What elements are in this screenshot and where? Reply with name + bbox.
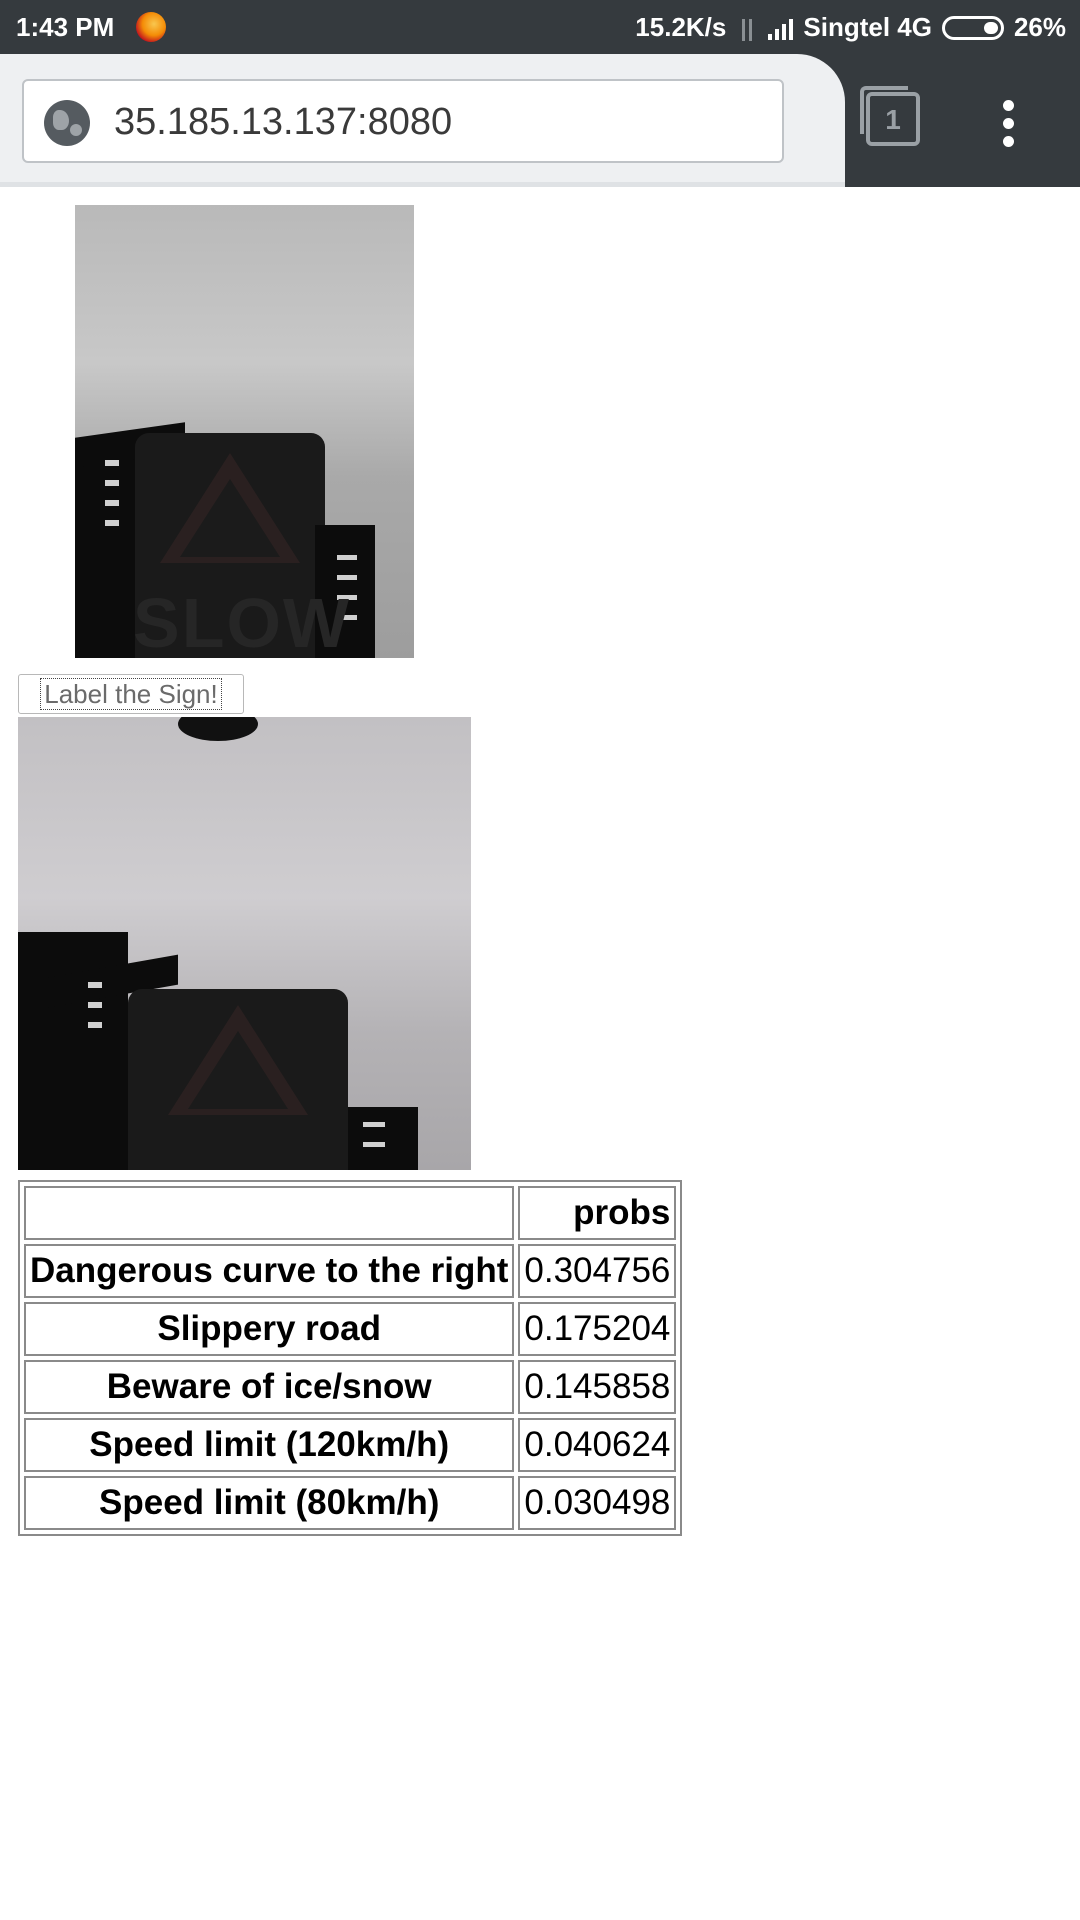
row-prob: 0.304756 [518, 1244, 677, 1298]
row-label: Speed limit (80km/h) [24, 1476, 515, 1530]
data-transfer-icon [736, 15, 758, 41]
status-time: 1:43 PM [16, 12, 115, 42]
row-prob: 0.030498 [518, 1476, 677, 1530]
row-label: Dangerous curve to the right [24, 1244, 515, 1298]
table-row: Slippery road 0.175204 [24, 1302, 677, 1356]
table-row: Speed limit (120km/h) 0.040624 [24, 1418, 677, 1472]
results-table: probs Dangerous curve to the right 0.304… [18, 1180, 683, 1536]
table-row: Dangerous curve to the right 0.304756 [24, 1244, 677, 1298]
label-sign-button[interactable]: Label the Sign! [18, 674, 244, 714]
url-area: 35.185.13.137:8080 [0, 54, 845, 187]
browser-toolbar: 35.185.13.137:8080 1 [0, 54, 1080, 187]
processed-sign-photo [18, 717, 471, 1170]
row-prob: 0.145858 [518, 1360, 677, 1414]
battery-percent: 26% [1013, 12, 1066, 42]
row-prob: 0.040624 [518, 1418, 677, 1472]
table-header-empty [24, 1186, 515, 1240]
url-bar[interactable]: 35.185.13.137:8080 [22, 79, 784, 163]
firefox-icon [136, 12, 166, 42]
row-label: Beware of ice/snow [24, 1360, 515, 1414]
network-speed: 15.2K/s [635, 12, 727, 42]
uploaded-sign-photo: SLOW [75, 205, 414, 658]
tabs-button[interactable]: 1 [860, 86, 920, 146]
status-bar: 1:43 PM 15.2K/s Singtel 4G 26% [0, 0, 1080, 54]
table-row: Speed limit (80km/h) 0.030498 [24, 1476, 677, 1530]
signal-icon [768, 16, 794, 40]
row-prob: 0.175204 [518, 1302, 677, 1356]
carrier-label: Singtel 4G [803, 12, 932, 42]
url-text[interactable]: 35.185.13.137:8080 [114, 101, 452, 144]
battery-icon [941, 15, 1004, 40]
row-label: Speed limit (120km/h) [24, 1418, 515, 1472]
photo-sign-text: SLOW [133, 584, 351, 658]
overflow-menu-icon[interactable] [1003, 100, 1017, 150]
row-label: Slippery road [24, 1302, 515, 1356]
tab-count: 1 [885, 104, 901, 135]
globe-icon[interactable] [44, 100, 90, 146]
table-row: Beware of ice/snow 0.145858 [24, 1360, 677, 1414]
table-header-probs: probs [518, 1186, 677, 1240]
